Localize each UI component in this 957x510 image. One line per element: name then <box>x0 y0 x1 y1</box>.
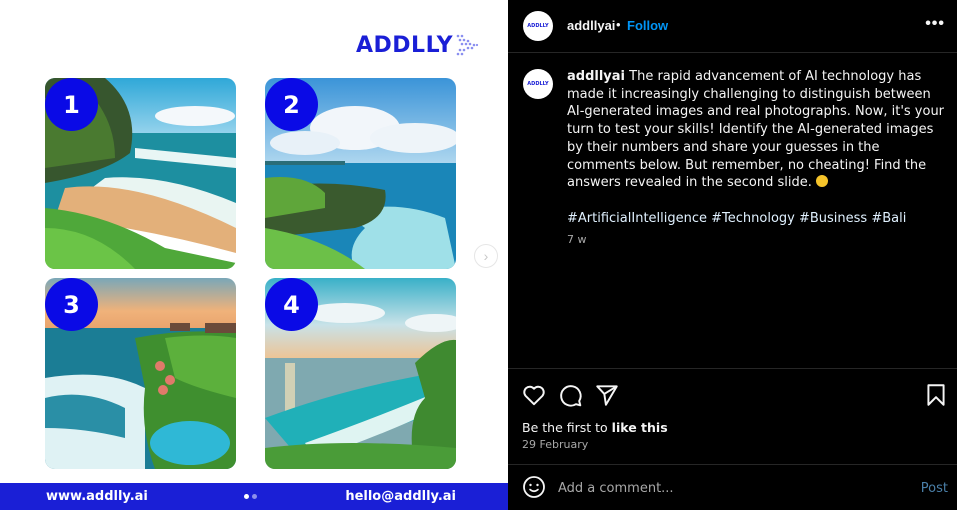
paper-plane-icon <box>596 385 618 406</box>
likes-summary: Be the first to like this <box>522 420 668 435</box>
tile-number-badge: 4 <box>265 278 318 331</box>
follow-button[interactable]: Follow <box>627 18 668 33</box>
bookmark-icon <box>927 384 945 406</box>
caption-body: addllyai The rapid advancement of AI tec… <box>567 68 947 249</box>
like-this-link[interactable]: like this <box>612 420 668 435</box>
post-actions <box>508 378 957 412</box>
image-tile-4: 4 <box>265 278 456 469</box>
caption-username[interactable]: addllyai <box>567 69 625 84</box>
tile-number-badge: 1 <box>45 78 98 131</box>
post-details-panel: ADDLLY addllyai • Follow ••• ADDLLY addl… <box>508 0 957 510</box>
post-date[interactable]: 29 February <box>522 438 588 451</box>
carousel-dot <box>252 494 257 499</box>
tile-number-badge: 3 <box>45 278 98 331</box>
author-username[interactable]: addllyai <box>567 18 615 33</box>
carousel-next-button[interactable]: › <box>474 244 498 268</box>
image-tile-3: 3 <box>45 278 236 469</box>
more-options-icon[interactable]: ••• <box>925 15 945 33</box>
comment-input[interactable] <box>558 477 878 499</box>
slide-footer: www.addlly.ai hello@addlly.ai <box>0 483 508 510</box>
brand-name: ADDLLY <box>356 32 454 58</box>
share-button[interactable] <box>594 382 620 408</box>
footer-website: www.addlly.ai <box>46 489 148 504</box>
carousel-indicator <box>244 494 257 499</box>
author-avatar[interactable]: ADDLLY <box>523 11 553 41</box>
divider <box>508 368 957 369</box>
brand-arrow-icon <box>456 34 479 56</box>
chevron-right-icon: › <box>483 248 489 264</box>
caption-text: The rapid advancement of AI technology h… <box>567 69 945 191</box>
grinning-face-icon <box>816 175 829 188</box>
carousel-dot-active <box>244 494 249 499</box>
comment-composer: Post <box>508 465 957 510</box>
likes-prefix: Be the first to <box>522 420 612 435</box>
image-tile-2: 2 <box>265 78 456 269</box>
avatar-logo: ADDLLY <box>527 81 549 87</box>
comment-button[interactable] <box>557 382 583 408</box>
footer-email: hello@addlly.ai <box>345 489 456 504</box>
comment-icon <box>560 385 582 407</box>
post-header: ADDLLY addllyai • Follow ••• <box>508 0 957 53</box>
post-comment-button[interactable]: Post <box>921 481 948 496</box>
separator-dot: • <box>616 17 621 32</box>
post-media-slide: ADDLLY 1 2 3 4 › www.addlly.ai hello@add… <box>0 0 508 510</box>
like-button[interactable] <box>521 382 547 408</box>
emoji-picker-button[interactable] <box>522 475 546 499</box>
caption-hashtags[interactable]: #ArtificialIntelligence #Technology #Bus… <box>567 210 947 228</box>
avatar-logo: ADDLLY <box>527 23 549 29</box>
smiley-icon <box>523 476 545 498</box>
post-age: 7 w <box>567 233 587 247</box>
tile-number-badge: 2 <box>265 78 318 131</box>
image-tile-1: 1 <box>45 78 236 269</box>
save-button[interactable] <box>923 382 949 408</box>
heart-icon <box>523 385 545 406</box>
caption-avatar[interactable]: ADDLLY <box>523 69 553 99</box>
brand-logo: ADDLLY <box>356 32 481 58</box>
